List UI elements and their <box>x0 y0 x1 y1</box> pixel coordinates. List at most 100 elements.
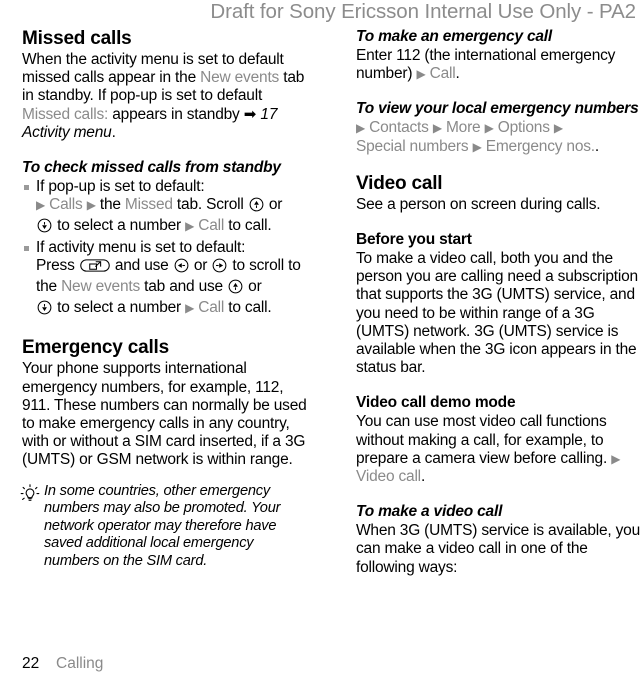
tip-note-text: In some countries, other emergency numbe… <box>44 482 281 570</box>
section-check-missed-calls: To check missed calls from standby If po… <box>22 159 312 320</box>
ui-label-missed-calls: Missed calls: <box>22 105 109 123</box>
heading-video-call-demo-mode: Video call demo mode <box>356 394 516 412</box>
manual-page: Draft for Sony Ericsson Internal Use Onl… <box>0 0 642 687</box>
paragraph-video-call-demo-mode: You can use most video call functions wi… <box>356 413 642 486</box>
ui-label-new-events: New events <box>200 69 280 87</box>
text-fragment: You can use most video call functions wi… <box>356 413 612 467</box>
step-arrow-icon: ▶ <box>356 121 366 136</box>
left-column: Missed calls When the activity menu is s… <box>20 28 312 571</box>
text-fragment: appears in standby <box>108 105 244 123</box>
section-missed-calls: Missed calls When the activity menu is s… <box>22 28 312 142</box>
heading-emergency-calls: Emergency calls <box>22 337 169 359</box>
text-fragment: If pop-up is set to default: <box>36 178 205 196</box>
section-make-emergency-call: To make an emergency call Enter 112 (the… <box>356 28 642 83</box>
ui-label-call: Call <box>198 217 225 235</box>
page-number: 22 <box>22 655 40 672</box>
text-fragment: to select a number <box>53 217 186 235</box>
lightbulb-tip-icon <box>20 483 40 504</box>
heading-check-missed-calls: To check missed calls from standby <box>22 159 281 177</box>
text-fragment: . <box>455 65 460 83</box>
heading-before-you-start: Before you start <box>356 231 472 249</box>
text-fragment: Enter 112 (the international emergency n… <box>356 47 616 83</box>
scroll-down-key-icon <box>37 300 52 320</box>
text-fragment: tab and use <box>140 278 228 296</box>
ui-label-new-events: New events <box>61 278 141 296</box>
right-column: To make an emergency call Enter 112 (the… <box>356 28 642 577</box>
ui-label-more: More <box>445 119 481 137</box>
ui-label-call: Call <box>429 65 456 83</box>
paragraph-make-video-call: When 3G (UMTS) service is available, you… <box>356 522 641 576</box>
text-fragment: to call. <box>224 299 272 317</box>
scroll-down-key-icon <box>37 218 52 238</box>
text-fragment: If activity menu is set to default: <box>36 238 246 256</box>
scroll-right-key-icon <box>212 258 227 278</box>
paragraph-make-emergency-call: Enter 112 (the international emergency n… <box>356 47 642 83</box>
section-before-you-start: Before you start To make a video call, b… <box>356 231 642 377</box>
ui-label-emergency-nos: Emergency nos. <box>485 137 595 155</box>
heading-make-video-call: To make a video call <box>356 503 503 521</box>
section-tip-note: In some countries, other emergency numbe… <box>20 482 312 571</box>
text-fragment: the <box>95 196 125 214</box>
ui-label-calls: Calls <box>49 196 83 214</box>
procedure-list: If pop-up is set to default: ▶ Calls ▶ th… <box>22 178 312 320</box>
text-fragment: . <box>420 468 426 486</box>
paragraph-emergency-calls: Your phone supports international emerge… <box>22 360 307 469</box>
text-fragment: Press <box>36 256 79 274</box>
text-fragment: to call. <box>224 217 272 235</box>
step-arrow-icon: ▶ <box>185 301 195 316</box>
step-arrow-icon: ▶ <box>36 198 46 213</box>
footer-section-name: Calling <box>56 655 104 672</box>
ui-label-contacts: Contacts <box>369 119 429 137</box>
step-arrow-icon: ▶ <box>611 451 621 466</box>
ui-label-missed-tab: Missed <box>124 196 173 214</box>
section-make-video-call: To make a video call When 3G (UMTS) serv… <box>356 503 642 577</box>
scroll-up-key-icon <box>228 279 243 299</box>
page-footer: 22 Calling <box>22 655 103 673</box>
step-arrow-icon: ▶ <box>484 121 494 136</box>
list-item: If activity menu is set to default: Press… <box>22 239 312 321</box>
ui-label-options: Options <box>497 119 550 137</box>
cross-reference-arrow-icon: ➡ <box>243 105 257 123</box>
heading-video-call: Video call <box>356 172 443 194</box>
step-arrow-icon: ▶ <box>432 121 442 136</box>
paragraph-video-call: See a person on screen during calls. <box>356 195 601 213</box>
text-fragment: or <box>189 256 212 274</box>
step-arrow-icon: ▶ <box>86 198 96 213</box>
text-fragment: or <box>244 278 262 296</box>
step-arrow-icon: ▶ <box>185 219 195 234</box>
text-fragment: tab. Scroll <box>172 196 248 214</box>
two-column-body: Missed calls When the activity menu is s… <box>0 28 642 628</box>
text-fragment: and use <box>110 256 173 274</box>
draft-watermark-header: Draft for Sony Ericsson Internal Use Onl… <box>210 0 636 23</box>
list-item: If pop-up is set to default: ▶ Calls ▶ th… <box>22 178 312 239</box>
paragraph-view-local-emergency-numbers: ▶ Contacts ▶ More ▶ Options ▶ Special num… <box>356 119 642 155</box>
section-emergency-calls: Emergency calls Your phone supports inte… <box>22 337 312 469</box>
text-fragment: or <box>264 196 283 214</box>
activity-menu-key-icon <box>79 258 110 278</box>
section-video-call: Video call See a person on screen during… <box>356 173 642 214</box>
section-view-local-emergency-numbers: To view your local emergency numbers ▶ C… <box>356 100 642 155</box>
paragraph-missed-calls: When the activity menu is set to default… <box>22 51 312 142</box>
ui-label-special-numbers: Special numbers <box>356 137 469 155</box>
ui-label-video-call: Video call <box>356 468 421 486</box>
section-video-call-demo-mode: Video call demo mode You can use most vi… <box>356 394 642 486</box>
text-fragment: . <box>111 123 116 141</box>
ui-label-call: Call <box>198 299 225 317</box>
scroll-left-key-icon <box>174 258 189 278</box>
step-arrow-icon: ▶ <box>553 121 563 136</box>
text-fragment: to select a number <box>53 299 186 317</box>
paragraph-before-you-start: To make a video call, both you and the p… <box>356 250 638 377</box>
step-arrow-icon: ▶ <box>472 139 482 154</box>
scroll-up-key-icon <box>249 197 264 217</box>
text-fragment: . <box>594 137 600 155</box>
heading-make-emergency-call: To make an emergency call <box>356 28 553 45</box>
heading-view-local-emergency-numbers: To view your local emergency numbers <box>356 100 639 118</box>
